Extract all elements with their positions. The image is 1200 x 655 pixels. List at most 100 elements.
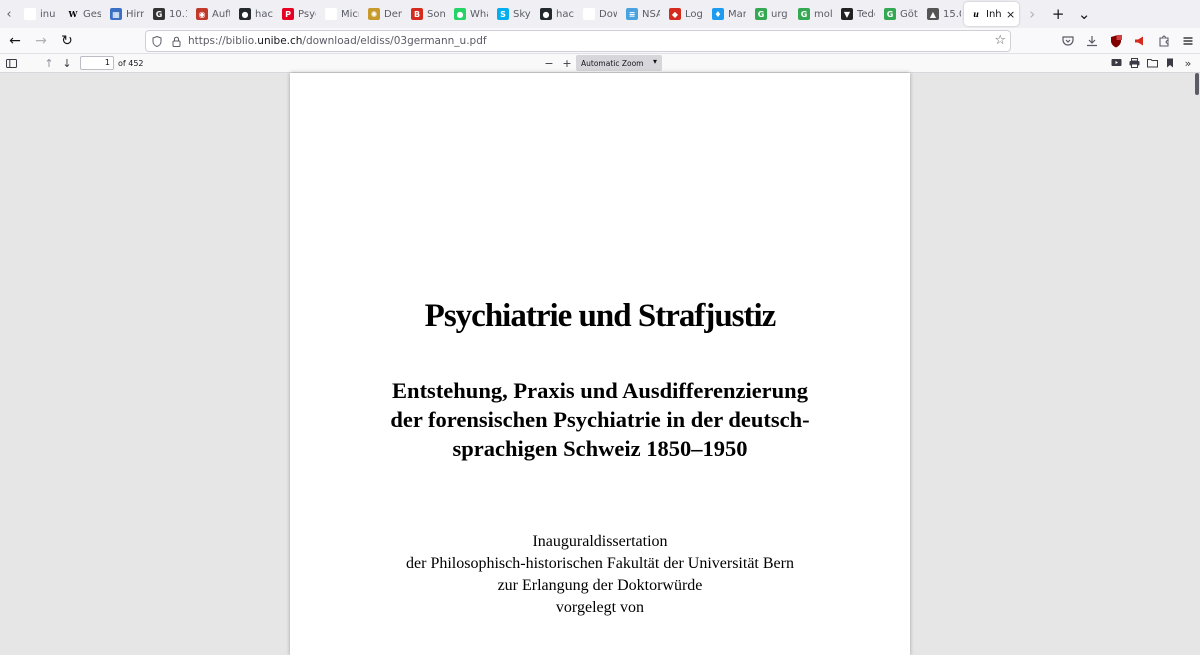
- pocket-icon[interactable]: [1056, 28, 1080, 54]
- close-tab-icon[interactable]: ×: [1006, 8, 1015, 21]
- tab-title: Wha: [470, 8, 488, 20]
- tab-item[interactable]: ▼ Tedd: [835, 0, 878, 28]
- tab-title: hack: [255, 8, 273, 20]
- tab-item[interactable]: Gmoll: [792, 0, 835, 28]
- tab-scroll-right-icon[interactable]: ›: [1019, 0, 1045, 28]
- tab-favicon-icon: B: [411, 8, 423, 20]
- new-tab-button[interactable]: +: [1045, 0, 1071, 28]
- tab-title: Tedd: [857, 8, 875, 20]
- tab-item[interactable]: Dow: [577, 0, 620, 28]
- tab-title: hack: [556, 8, 574, 20]
- tab-item[interactable]: Microso: [319, 0, 362, 28]
- menu-hamburger-icon[interactable]: [1176, 28, 1200, 54]
- tab-item[interactable]: S Skyp: [491, 0, 534, 28]
- subtitle-line: sprachigen Schweiz 1850–1950: [452, 436, 748, 461]
- previous-page-icon[interactable]: ↑: [40, 54, 58, 72]
- bookmark-icon[interactable]: [1161, 54, 1179, 72]
- tab-item[interactable]: W Gesc: [61, 0, 104, 28]
- tab-favicon-icon: P: [282, 8, 294, 20]
- tab-favicon-icon: [583, 8, 595, 20]
- document-title: Psychiatrie und Strafjustiz: [424, 298, 777, 334]
- tab-title: Dow: [599, 8, 617, 20]
- tab-list: inu W Gesc ▦ Hirn G 10.15 ◉ Auft ● hack P Psyc Micros…: [18, 0, 964, 28]
- tab-active[interactable]: u Inh ×: [964, 2, 1020, 26]
- tab-title: Microso: [341, 8, 359, 20]
- sidebar-toggle-icon[interactable]: [2, 54, 20, 72]
- tab-item[interactable]: ♦ Marc: [706, 0, 749, 28]
- tab-title: urg: [771, 8, 788, 20]
- tab-favicon-icon: G: [153, 8, 165, 20]
- pdf-viewer[interactable]: Psychiatrie und Strafjustiz Entstehung, …: [0, 73, 1200, 655]
- tab-title: moll: [814, 8, 832, 20]
- tab-item[interactable]: ◆ Log: [663, 0, 706, 28]
- tab-item[interactable]: ◉ Auft: [190, 0, 233, 28]
- url-text[interactable]: https://biblio.unibe.ch/download/eldiss/…: [188, 35, 487, 47]
- tab-favicon-icon: ◉: [196, 8, 208, 20]
- tab-item[interactable]: inu: [18, 0, 61, 28]
- tab-favicon-icon: ▼: [841, 8, 853, 20]
- shield-icon[interactable]: [149, 31, 165, 51]
- tab-favicon-icon: ◆: [669, 8, 681, 20]
- back-button[interactable]: ←: [2, 28, 28, 54]
- body-line: vorgelegt von: [555, 599, 645, 616]
- reload-button[interactable]: ↻: [54, 28, 80, 54]
- tab-item[interactable]: B Sony: [405, 0, 448, 28]
- scrollbar-thumb[interactable]: [1195, 73, 1199, 95]
- tab-item[interactable]: G 10.15: [147, 0, 190, 28]
- tab-favicon-icon: [325, 8, 337, 20]
- extension-puzzle-icon[interactable]: [1152, 28, 1176, 54]
- tab-title: 15.0: [943, 8, 961, 20]
- tab-favicon-icon: ▦: [110, 8, 122, 20]
- tab-scroll-left-icon[interactable]: ‹: [0, 0, 18, 28]
- body-line: der Philosophisch-historischen Fakultät …: [406, 555, 794, 572]
- ublock-icon[interactable]: [1104, 28, 1128, 54]
- lock-icon[interactable]: [168, 31, 184, 51]
- tab-favicon-icon: ▲: [927, 8, 939, 20]
- tab-item[interactable]: G Göth: [878, 0, 921, 28]
- tab-item[interactable]: P Psyc: [276, 0, 319, 28]
- tools-double-chevron-icon[interactable]: »: [1179, 54, 1197, 72]
- tab-title: Auft: [212, 8, 230, 20]
- tab-item[interactable]: Gurg: [749, 0, 792, 28]
- bookmark-star-icon[interactable]: ☆: [994, 33, 1006, 48]
- pdf-toolbar: ↑ ↓ 1 of 452 − + Automatic Zoom ▾ »: [0, 54, 1200, 73]
- presentation-mode-icon[interactable]: [1107, 54, 1125, 72]
- save-folder-icon[interactable]: [1143, 54, 1161, 72]
- zoom-controls: − +: [540, 54, 576, 72]
- toolbar-extensions: [1056, 28, 1200, 54]
- nav-bar: ← → ↻ https://biblio.unibe.ch/download/e…: [0, 28, 1200, 54]
- tab-title: Inh: [986, 8, 1002, 20]
- tab-title: Der: [384, 8, 402, 20]
- tab-title: Log: [685, 8, 703, 20]
- zoom-out-button[interactable]: −: [540, 54, 558, 72]
- page-number-input[interactable]: 1: [80, 56, 114, 70]
- url-bar[interactable]: https://biblio.unibe.ch/download/eldiss/…: [145, 30, 1011, 52]
- tab-title: Marc: [728, 8, 746, 20]
- tab-item[interactable]: ▲ 15.0: [921, 0, 964, 28]
- body-line: Inauguraldissertation: [532, 533, 668, 550]
- forward-button[interactable]: →: [28, 28, 54, 54]
- tab-item[interactable]: ≡ NSA: [620, 0, 663, 28]
- downloads-icon[interactable]: [1080, 28, 1104, 54]
- pdf-toolbar-right: »: [1107, 54, 1200, 72]
- tab-item[interactable]: ● hack: [534, 0, 577, 28]
- tab-item[interactable]: ● Wha: [448, 0, 491, 28]
- tab-item[interactable]: ✺ Der: [362, 0, 405, 28]
- tab-title: 10.15: [169, 8, 187, 20]
- tab-title: NSA: [642, 8, 660, 20]
- tab-list-button[interactable]: ⌄: [1071, 0, 1097, 28]
- megaphone-icon[interactable]: [1128, 28, 1152, 54]
- tab-favicon-icon: G: [755, 8, 767, 20]
- tab-item[interactable]: ▦ Hirn: [104, 0, 147, 28]
- pdf-page: Psychiatrie und Strafjustiz Entstehung, …: [290, 73, 910, 655]
- tab-title: Sony: [427, 8, 445, 20]
- tab-item[interactable]: ● hack: [233, 0, 276, 28]
- next-page-icon[interactable]: ↓: [58, 54, 76, 72]
- tab-favicon-icon: [24, 8, 36, 20]
- print-icon[interactable]: [1125, 54, 1143, 72]
- zoom-select[interactable]: Automatic Zoom ▾: [576, 55, 662, 71]
- tab-favicon-icon: W: [68, 9, 78, 19]
- zoom-in-button[interactable]: +: [558, 54, 576, 72]
- tab-title: Göth: [900, 8, 918, 20]
- tab-title: Psyc: [298, 8, 316, 20]
